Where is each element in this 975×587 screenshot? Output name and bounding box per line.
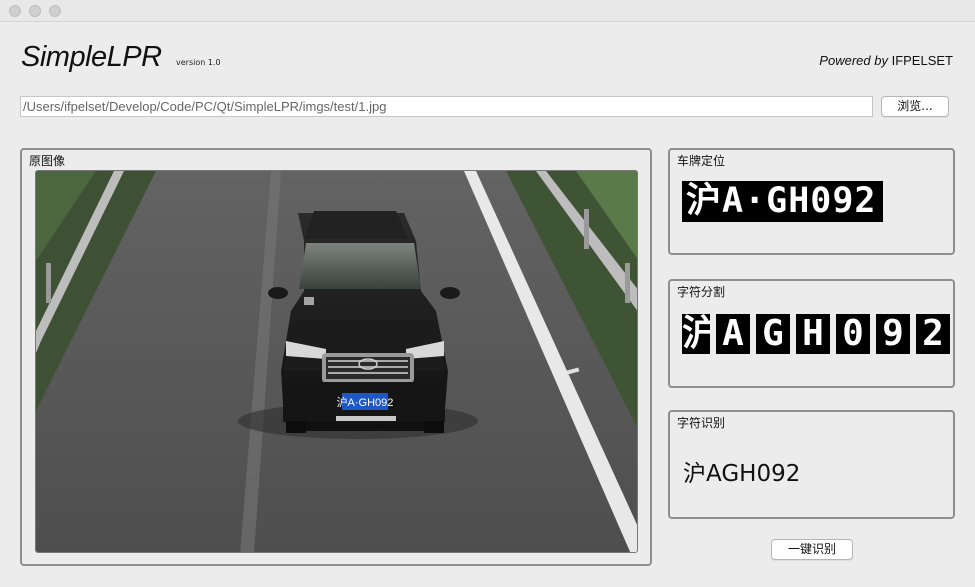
recognition-result: 沪AGH092 xyxy=(683,461,801,487)
minimize-window-icon[interactable] xyxy=(29,5,41,17)
original-image-title: 原图像 xyxy=(29,154,66,168)
browse-button[interactable]: 浏览... xyxy=(881,96,949,117)
segmented-char: H xyxy=(796,314,830,354)
plate-location-title: 车牌定位 xyxy=(677,154,726,168)
segmented-char: 9 xyxy=(876,314,910,354)
powered-by-prefix: Powered by xyxy=(819,53,888,68)
zoom-window-icon[interactable] xyxy=(49,5,61,17)
located-plate-image: 沪A·GH092 xyxy=(682,181,883,222)
segmented-char: G xyxy=(756,314,790,354)
segmented-char: 0 xyxy=(836,314,870,354)
segmented-char: A xyxy=(716,314,750,354)
char-recognition-title: 字符识别 xyxy=(677,416,726,430)
app-version: version 1.0 xyxy=(176,58,221,67)
window-titlebar xyxy=(0,0,975,22)
powered-by-name: IFPELSET xyxy=(891,53,953,68)
plate-location-group: 车牌定位 沪A·GH092 xyxy=(668,148,955,255)
segmented-char: 沪 xyxy=(682,314,710,354)
original-image-group: 原图像 沪A·GH092 xyxy=(20,148,652,566)
segmented-chars: 沪 A G H 0 9 2 xyxy=(682,314,950,354)
recognize-button[interactable]: 一键识别 xyxy=(771,539,853,560)
powered-by: Powered by IFPELSET xyxy=(819,53,953,68)
vehicle-plate-text: 沪A·GH092 xyxy=(337,395,394,409)
char-segmentation-title: 字符分割 xyxy=(677,285,726,299)
segmented-char: 2 xyxy=(916,314,950,354)
original-image: 沪A·GH092 xyxy=(35,170,638,553)
char-recognition-group: 字符识别 沪AGH092 xyxy=(668,410,955,519)
app-title: SimpleLPR xyxy=(21,41,162,73)
char-segmentation-group: 字符分割 沪 A G H 0 9 2 xyxy=(668,279,955,388)
close-window-icon[interactable] xyxy=(9,5,21,17)
image-path-input[interactable] xyxy=(20,96,873,117)
